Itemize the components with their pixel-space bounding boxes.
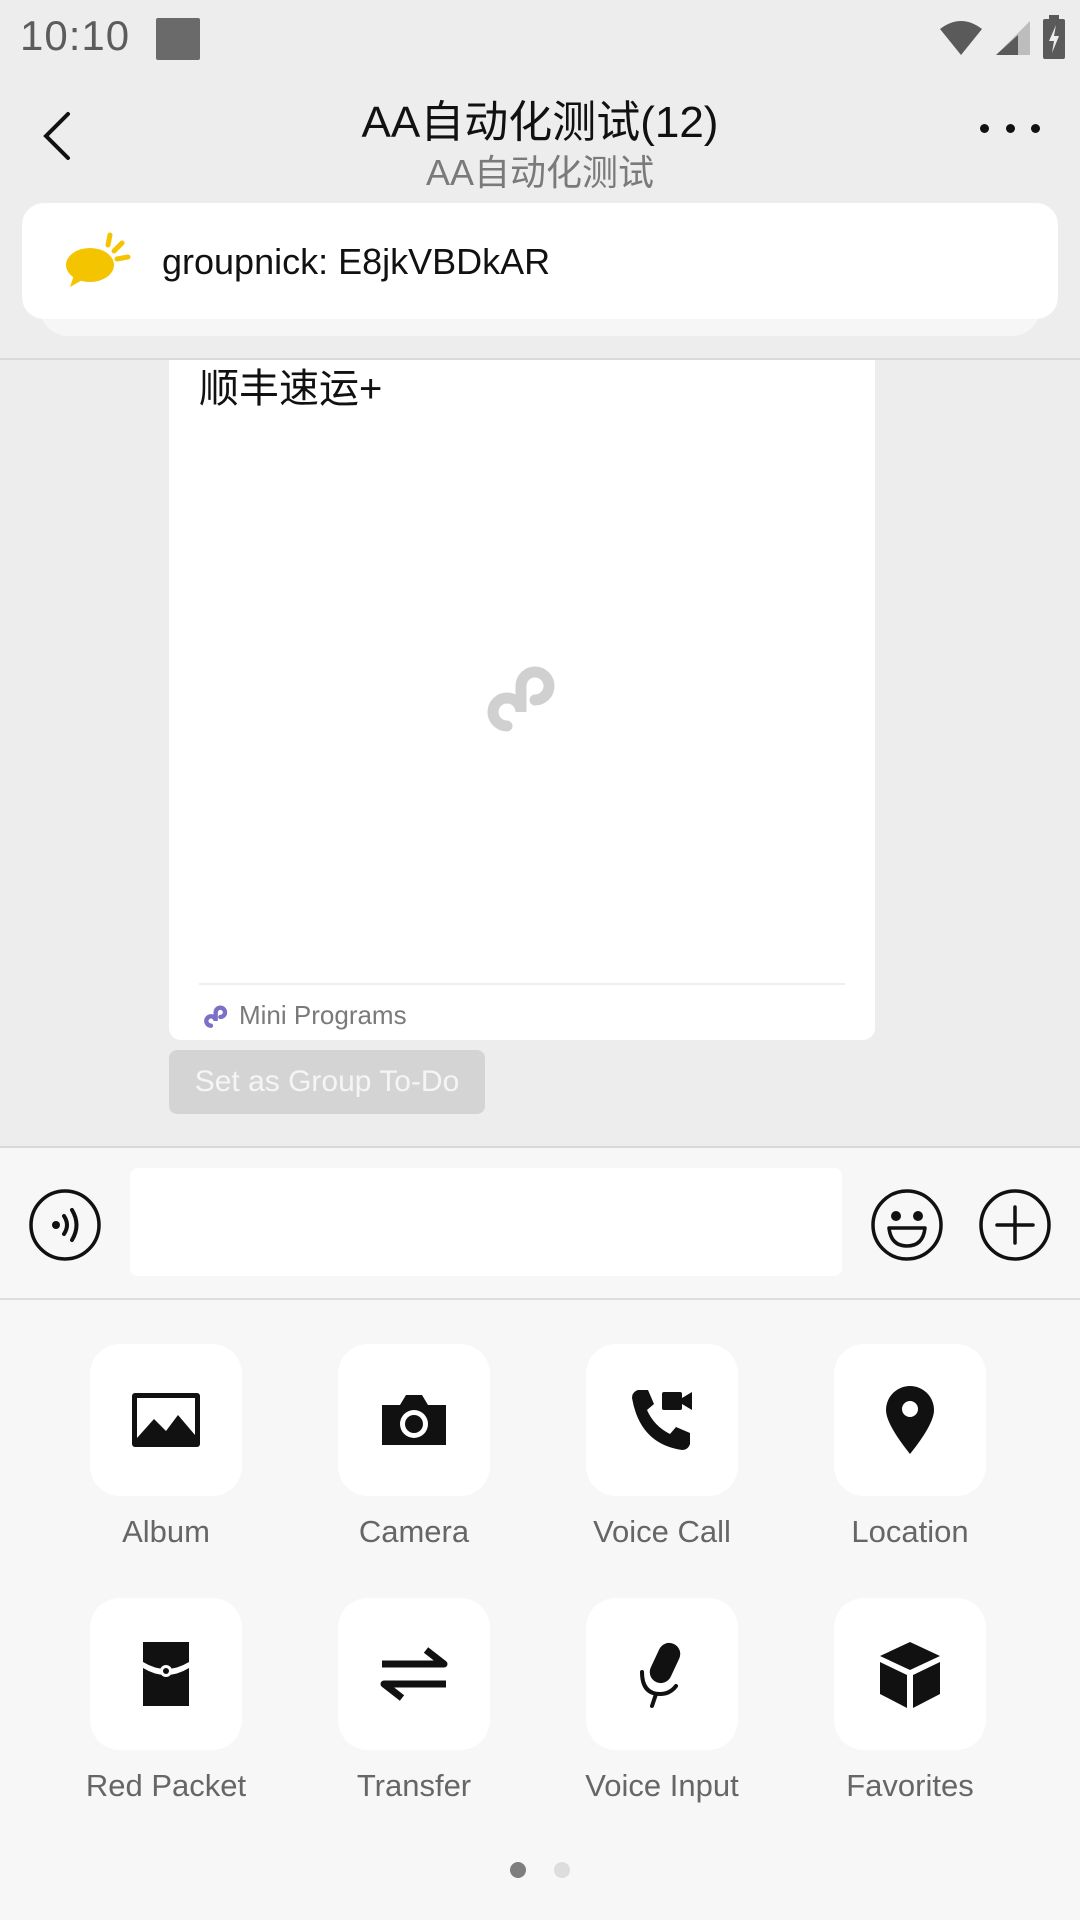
transfer-icon	[380, 1647, 448, 1701]
red-packet-icon	[143, 1642, 189, 1706]
message-input[interactable]	[130, 1168, 842, 1276]
favorites-icon	[880, 1642, 940, 1708]
mini-program-logo-icon	[487, 666, 555, 732]
chat-screen: 10:10 AA自动化测试(12) AA自动化测试 groupnick: E8j…	[0, 0, 1080, 1920]
favorites-label: Favorites	[846, 1768, 974, 1803]
battery-icon	[1043, 15, 1065, 59]
input-bar	[0, 1148, 1080, 1298]
more-button[interactable]	[980, 116, 1040, 140]
voice-mode-icon[interactable]	[28, 1188, 102, 1262]
status-icons	[938, 14, 1066, 60]
status-bar: 10:10	[0, 0, 1080, 78]
notification-icon	[156, 18, 200, 60]
album-tile	[90, 1344, 242, 1496]
status-time: 10:10	[20, 12, 131, 59]
card-footer: Mini Programs	[201, 1000, 407, 1031]
transfer-label: Transfer	[356, 1768, 472, 1803]
voice-call-button[interactable]: Voice Call	[562, 1344, 762, 1574]
red-packet-label: Red Packet	[85, 1768, 247, 1803]
camera-button[interactable]: Camera	[314, 1344, 514, 1574]
set-group-todo-button[interactable]: Set as Group To-Do	[169, 1050, 485, 1114]
voice-input-button[interactable]: Voice Input	[562, 1598, 762, 1828]
wifi-icon	[940, 21, 982, 55]
card-title: 顺丰速运+	[199, 367, 383, 411]
mini-program-card[interactable]: 顺丰速运+ Mini Programs	[169, 360, 875, 1040]
page-dot[interactable]	[554, 1862, 570, 1878]
plus-icon[interactable]	[978, 1188, 1052, 1262]
more-dot-icon	[1031, 123, 1040, 133]
group-announcement[interactable]: groupnick: E8jkVBDkAR	[22, 203, 1058, 319]
album-icon	[132, 1393, 200, 1447]
chat-title: AA自动化测试(12)	[361, 98, 719, 147]
emoji-icon[interactable]	[870, 1188, 944, 1262]
voice-call-icon	[632, 1390, 692, 1450]
camera-label: Camera	[358, 1514, 470, 1549]
camera-tile	[338, 1344, 490, 1496]
location-label: Location	[851, 1514, 969, 1549]
more-dot-icon	[980, 123, 989, 133]
chat-header: AA自动化测试(12) AA自动化测试	[0, 78, 1080, 194]
voice-input-tile	[586, 1598, 738, 1750]
signal-icon	[996, 21, 1030, 55]
favorites-button[interactable]: Favorites	[810, 1598, 1010, 1828]
voice-input-label: Voice Input	[585, 1768, 739, 1803]
location-tile	[834, 1344, 986, 1496]
red-packet-tile	[90, 1598, 242, 1750]
voice-call-tile	[586, 1344, 738, 1496]
card-footer-label: Mini Programs	[239, 1000, 407, 1030]
favorites-tile	[834, 1598, 986, 1750]
page-dot-active[interactable]	[510, 1862, 526, 1878]
location-icon	[886, 1386, 934, 1454]
voice-call-label: Voice Call	[593, 1514, 731, 1549]
more-dot-icon	[1005, 123, 1015, 133]
chat-subtitle: AA自动化测试	[425, 152, 655, 193]
microphone-icon	[640, 1642, 681, 1708]
card-divider	[199, 983, 845, 985]
camera-icon	[382, 1395, 446, 1445]
transfer-tile	[338, 1598, 490, 1750]
album-button[interactable]: Album	[66, 1344, 266, 1574]
page-indicator	[0, 1862, 1080, 1878]
red-packet-button[interactable]: Red Packet	[66, 1598, 266, 1828]
transfer-button[interactable]: Transfer	[314, 1598, 514, 1828]
mini-program-icon	[204, 1005, 228, 1028]
location-button[interactable]: Location	[810, 1344, 1010, 1574]
announcement-icon	[66, 232, 131, 287]
album-label: Album	[122, 1514, 210, 1549]
announcement-text: groupnick: E8jkVBDkAR	[162, 241, 551, 282]
